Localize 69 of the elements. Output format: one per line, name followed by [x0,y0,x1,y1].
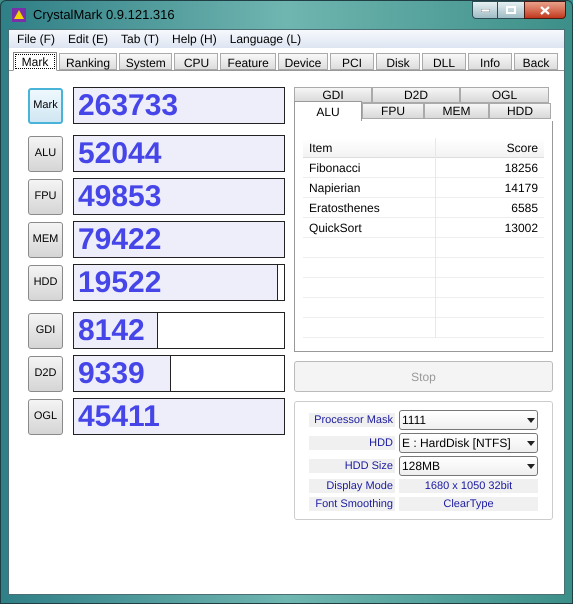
score-value: 9339 [78,357,145,391]
table-cell-text: 14179 [504,180,539,196]
dropdown-arrow-icon [527,418,535,422]
menu-item[interactable]: File (F) [17,30,55,48]
tab[interactable]: Back [514,53,558,70]
menu-item[interactable]: Tab (T) [121,30,160,48]
score-value: 52044 [78,137,162,171]
score-value: 19522 [78,266,162,300]
score-button[interactable]: ALU [28,136,63,172]
tab[interactable]: PCI [330,53,374,70]
menu-item[interactable]: Language (L) [230,30,302,48]
tab[interactable]: Mark [13,52,57,71]
maximize-button[interactable] [498,1,524,19]
tab[interactable]: CPU [174,53,218,70]
subtab[interactable]: HDD [489,103,551,119]
maximize-icon [506,6,516,14]
table-cell-text: 18256 [504,160,539,176]
menu-item[interactable]: Edit (E) [68,30,108,48]
setting-value: 1680 x 1050 32bit [399,479,538,494]
tab[interactable]: DLL [422,53,466,70]
score-value: 8142 [78,314,145,348]
menu-item[interactable]: Help (H) [172,30,217,48]
subtab[interactable]: FPU [362,103,424,119]
close-button[interactable] [524,1,566,19]
setting-label: Display Mode [309,479,395,494]
score-button[interactable]: GDI [28,312,63,348]
setting-label: HDD [309,436,395,450]
score-button[interactable]: D2D [28,356,63,392]
subtab[interactable]: ALU [294,101,362,121]
setting-label: Processor Mask [309,413,395,427]
column-header[interactable]: Score [435,138,544,156]
tab[interactable]: Disk [376,53,420,70]
tab[interactable]: Ranking [59,53,117,70]
table-cell-text: Fibonacci [308,160,362,176]
subtab[interactable]: OGL [460,87,549,103]
dropdown-arrow-icon [527,464,535,468]
table-cell-text: 6585 [510,200,539,216]
app-icon [11,7,27,23]
table-cell-text: QuickSort [308,220,363,236]
tab[interactable]: System [118,53,172,70]
tab[interactable]: Device [278,53,328,70]
setting-label: HDD Size [309,459,395,473]
score-value: 49853 [78,180,162,214]
table-cell-text: Napierian [308,180,362,196]
dropdown[interactable]: 1111 [399,410,538,430]
score-value: 45411 [78,400,160,434]
dropdown[interactable]: E : HardDisk [NTFS] [399,433,538,453]
table-cell-text: 13002 [504,220,539,236]
subtab[interactable]: MEM [424,103,489,119]
minimize-button[interactable] [472,1,498,19]
minimize-icon [480,8,490,12]
close-icon [540,6,550,14]
score-value: 79422 [78,223,162,257]
column-header[interactable]: Item [303,138,435,156]
tab[interactable]: Info [468,53,512,70]
score-value: 263733 [78,89,178,123]
subtab[interactable]: D2D [372,87,460,103]
setting-value: ClearType [399,496,538,511]
score-button[interactable]: Mark [28,88,63,124]
window-title: CrystalMark 0.9.121.316 [33,6,175,24]
score-button[interactable]: OGL [28,398,63,434]
table-cell-text: Eratosthenes [308,200,381,216]
score-button[interactable]: HDD [28,264,63,300]
score-button[interactable]: FPU [28,178,63,214]
tab[interactable]: Feature [220,53,276,70]
setting-label: Font Smoothing [309,496,395,511]
dropdown-arrow-icon [527,440,535,446]
score-button[interactable]: MEM [28,222,63,258]
dropdown[interactable]: 128MB [399,456,538,476]
